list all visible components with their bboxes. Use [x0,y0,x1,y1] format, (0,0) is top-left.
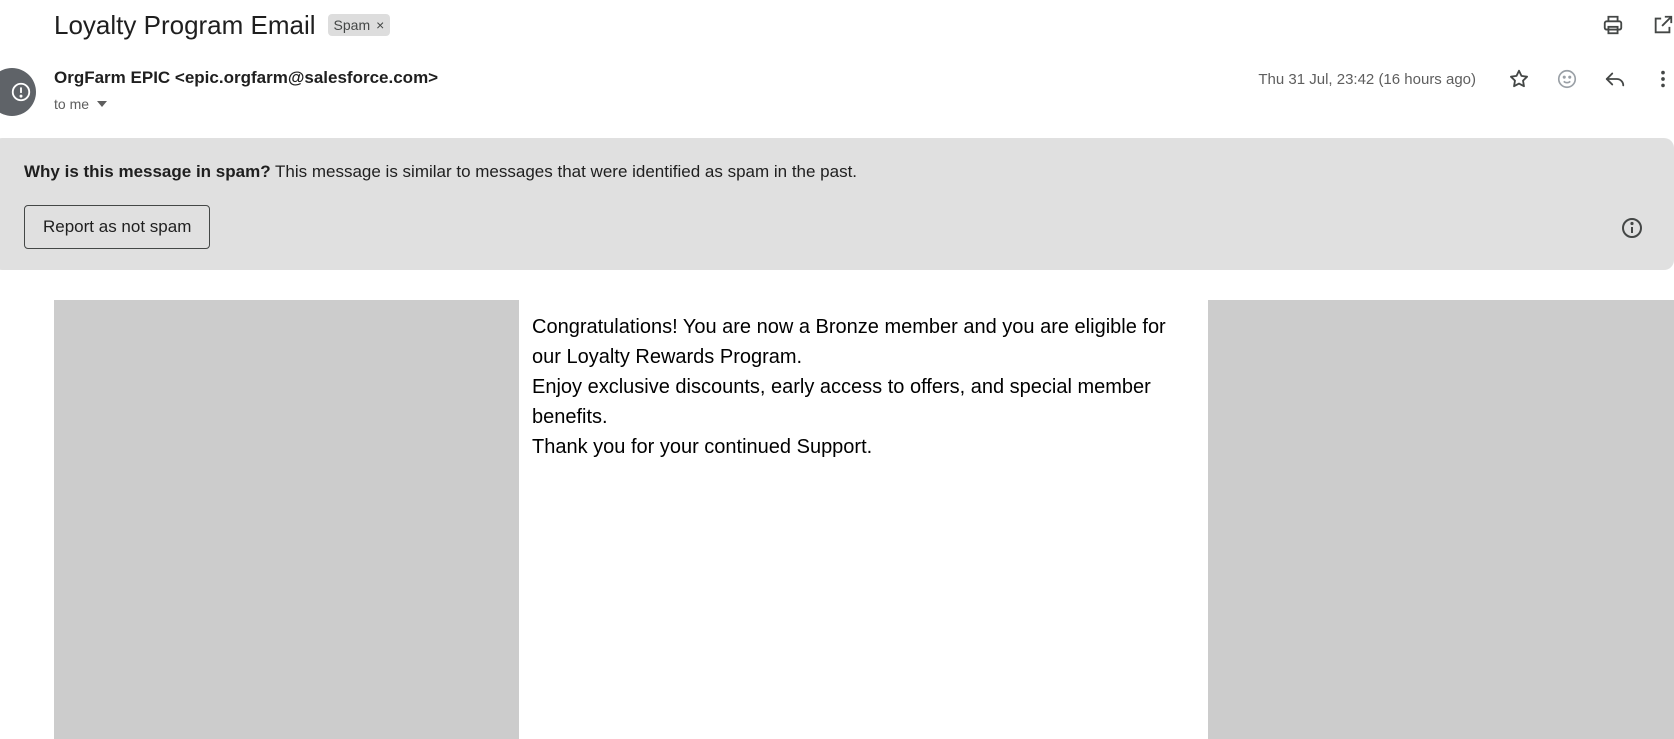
report-not-spam-button[interactable]: Report as not spam [24,205,211,249]
body-line: Thank you for your continued Support. [532,436,873,458]
alert-icon [11,82,31,102]
recipient-details-toggle[interactable]: to me [54,96,108,112]
email-content: Congratulations! You are now a Bronze me… [532,312,1192,462]
body-line: Congratulations! You are now a Bronze me… [532,316,1166,368]
open-in-new-window-icon[interactable] [1652,14,1674,36]
email-body: Congratulations! You are now a Bronze me… [54,300,1674,739]
right-image-placeholder [1208,300,1674,739]
top-actions [1602,14,1674,36]
sender-name[interactable]: OrgFarm EPIC <epic.orgfarm@salesforce.co… [54,68,438,88]
spam-label-text: Spam [333,17,371,33]
more-vert-icon[interactable] [1652,68,1674,90]
recipient-label: to me [54,96,90,112]
email-view: Loyalty Program Email Spam × OrgFarm EPI… [0,0,1674,739]
left-image-placeholder [54,300,519,739]
spam-explanation: This message is similar to messages that… [270,162,858,181]
message-actions: Thu 31 Jul, 23:42 (16 hours ago) [1258,68,1674,90]
chevron-down-icon [97,101,108,107]
star-icon[interactable] [1508,68,1530,90]
spam-label-chip[interactable]: Spam × [327,14,391,36]
emoji-react-icon[interactable] [1556,68,1578,90]
subject-row: Loyalty Program Email Spam × [54,8,391,42]
spam-reason-text: Why is this message in spam? This messag… [24,162,857,182]
print-icon[interactable] [1602,14,1624,36]
message-date: Thu 31 Jul, 23:42 (16 hours ago) [1258,70,1476,88]
sender-avatar[interactable] [0,68,36,116]
reply-icon[interactable] [1604,68,1626,90]
remove-label-icon[interactable]: × [376,15,384,35]
spam-question: Why is this message in spam? [24,162,271,181]
spam-warning-banner: Why is this message in spam? This messag… [0,138,1674,270]
email-subject: Loyalty Program Email [54,10,316,40]
body-line: Enjoy exclusive discounts, early access … [532,376,1151,428]
info-icon[interactable] [1620,216,1644,240]
